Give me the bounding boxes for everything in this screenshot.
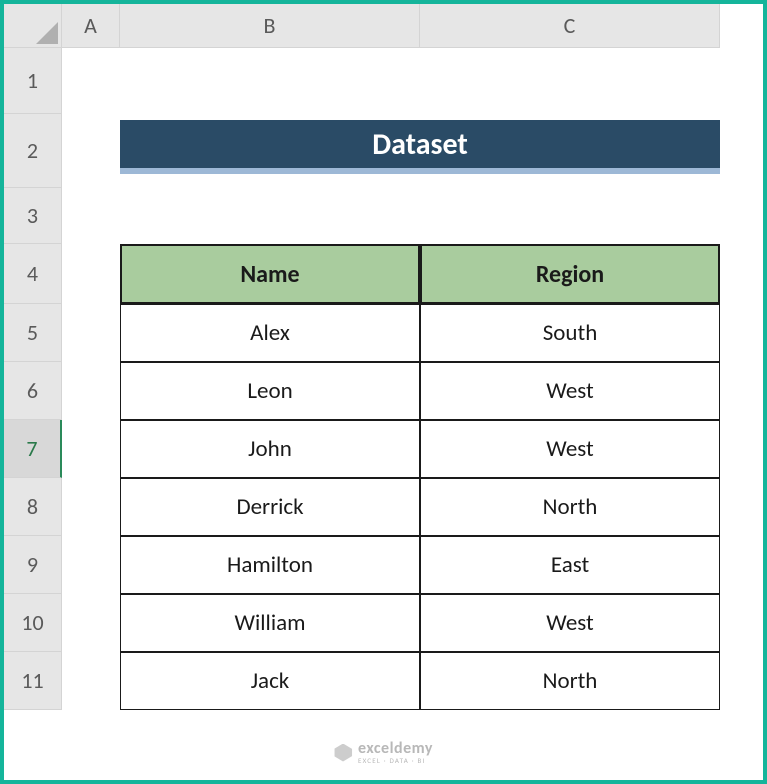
cell-A8[interactable] — [62, 478, 120, 536]
table-cell[interactable]: Derrick — [120, 478, 420, 536]
row-header-1[interactable]: 1 — [4, 48, 62, 114]
select-all-corner[interactable] — [4, 4, 62, 48]
cell-A5[interactable] — [62, 304, 120, 362]
row-header-4[interactable]: 4 — [4, 244, 62, 304]
col-header-A[interactable]: A — [62, 4, 120, 48]
row-header-2[interactable]: 2 — [4, 114, 62, 188]
dataset-title: Dataset — [120, 120, 720, 174]
watermark-name: exceldemy — [358, 741, 433, 757]
row-header-9[interactable]: 9 — [4, 536, 62, 594]
cell-A11[interactable] — [62, 652, 120, 710]
col-header-B[interactable]: B — [120, 4, 420, 48]
cell-A4[interactable] — [62, 244, 120, 304]
table-cell[interactable]: East — [420, 536, 720, 594]
table-cell[interactable]: Hamilton — [120, 536, 420, 594]
watermark: exceldemy EXCEL · DATA · BI — [334, 741, 433, 764]
cell-B1[interactable] — [120, 48, 420, 114]
cell-A9[interactable] — [62, 536, 120, 594]
row-header-10[interactable]: 10 — [4, 594, 62, 652]
cell-C3[interactable] — [420, 188, 720, 244]
row-header-3[interactable]: 3 — [4, 188, 62, 244]
table-cell[interactable]: North — [420, 652, 720, 710]
col-header-C[interactable]: C — [420, 4, 720, 48]
cell-B3[interactable] — [120, 188, 420, 244]
cell-A3[interactable] — [62, 188, 120, 244]
row-header-11[interactable]: 11 — [4, 652, 62, 710]
exceldemy-logo-icon — [334, 744, 352, 762]
table-cell[interactable]: William — [120, 594, 420, 652]
spreadsheet-grid: A B C 1 2 3 4 5 6 7 8 9 10 11 Dataset Na… — [4, 4, 763, 780]
cell-A10[interactable] — [62, 594, 120, 652]
table-cell[interactable]: South — [420, 304, 720, 362]
watermark-tagline: EXCEL · DATA · BI — [358, 757, 433, 764]
table-cell[interactable]: West — [420, 420, 720, 478]
table-header-name[interactable]: Name — [120, 244, 420, 304]
title-banner-cell[interactable]: Dataset — [120, 114, 720, 188]
table-header-region[interactable]: Region — [420, 244, 720, 304]
table-cell[interactable]: West — [420, 362, 720, 420]
cell-A1[interactable] — [62, 48, 120, 114]
row-header-6[interactable]: 6 — [4, 362, 62, 420]
table-cell[interactable]: West — [420, 594, 720, 652]
row-header-5[interactable]: 5 — [4, 304, 62, 362]
table-cell[interactable]: North — [420, 478, 720, 536]
cell-A2[interactable] — [62, 114, 120, 188]
table-cell[interactable]: Leon — [120, 362, 420, 420]
cell-A6[interactable] — [62, 362, 120, 420]
table-cell[interactable]: John — [120, 420, 420, 478]
row-header-8[interactable]: 8 — [4, 478, 62, 536]
cell-A7[interactable] — [62, 420, 120, 478]
table-cell[interactable]: Alex — [120, 304, 420, 362]
row-header-7[interactable]: 7 — [4, 420, 62, 478]
table-cell[interactable]: Jack — [120, 652, 420, 710]
cell-C1[interactable] — [420, 48, 720, 114]
